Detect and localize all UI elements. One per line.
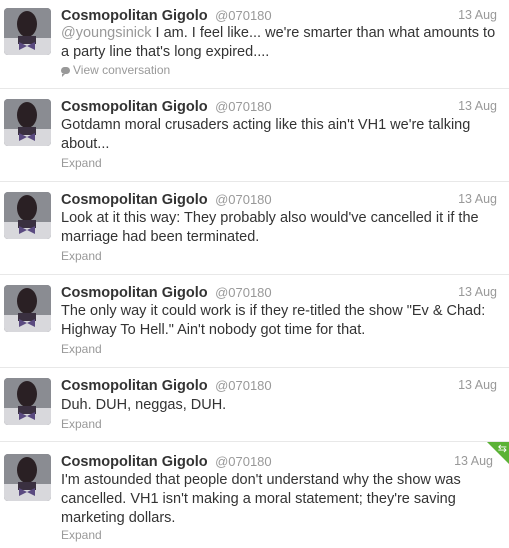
- tweet-item[interactable]: ⇆ Cosmopolitan Gigolo @070180 13 Aug I'm…: [0, 442, 509, 548]
- tweet-text: Duh. DUH, neggas, DUH.: [61, 397, 227, 413]
- author-fullname[interactable]: Cosmopolitan Gigolo: [61, 192, 208, 208]
- avatar[interactable]: [4, 285, 51, 332]
- tweet-text: Look at it this way: They probably also …: [61, 210, 479, 245]
- mention-link[interactable]: @youngsinick: [61, 25, 151, 41]
- author-username[interactable]: @070180: [215, 192, 272, 207]
- author-fullname[interactable]: Cosmopolitan Gigolo: [61, 378, 208, 394]
- tweet-text: @youngsinick I am. I feel like... we're …: [61, 24, 501, 62]
- tweet-timestamp[interactable]: 13 Aug: [458, 192, 497, 206]
- tweet-timestamp[interactable]: 13 Aug: [458, 99, 497, 113]
- tweet-header: Cosmopolitan Gigolo @070180 13 Aug: [61, 284, 497, 302]
- tweet-header: Cosmopolitan Gigolo @070180 13 Aug: [61, 453, 493, 471]
- expand-link[interactable]: Expand: [61, 249, 102, 263]
- author-fullname[interactable]: Cosmopolitan Gigolo: [61, 8, 208, 24]
- author-username[interactable]: @070180: [215, 454, 272, 469]
- view-conversation-link[interactable]: View conversation: [61, 63, 170, 77]
- expand-link[interactable]: Expand: [61, 417, 102, 431]
- tweet-item[interactable]: Cosmopolitan Gigolo @070180 13 Aug Look …: [0, 182, 509, 275]
- author-username[interactable]: @070180: [215, 8, 272, 23]
- tweet-header: Cosmopolitan Gigolo @070180 13 Aug: [61, 191, 497, 209]
- tweet-text: Gotdamn moral crusaders acting like this…: [61, 117, 471, 152]
- author-fullname[interactable]: Cosmopolitan Gigolo: [61, 99, 208, 115]
- author-fullname[interactable]: Cosmopolitan Gigolo: [61, 285, 208, 301]
- tweet-item[interactable]: Cosmopolitan Gigolo @070180 13 Aug @youn…: [0, 0, 509, 89]
- tweet-timestamp[interactable]: 13 Aug: [458, 285, 497, 299]
- tweet-timestamp[interactable]: 13 Aug: [458, 378, 497, 392]
- tweet-timeline: Cosmopolitan Gigolo @070180 13 Aug @youn…: [0, 0, 509, 548]
- tweet-header: Cosmopolitan Gigolo @070180 13 Aug: [61, 7, 497, 25]
- tweet-header: Cosmopolitan Gigolo @070180 13 Aug: [61, 377, 497, 395]
- retweet-icon: ⇆: [497, 442, 507, 455]
- author-username[interactable]: @070180: [215, 285, 272, 300]
- speech-bubble-icon: [61, 67, 70, 77]
- avatar[interactable]: [4, 8, 51, 55]
- view-conversation-label: View conversation: [73, 63, 171, 77]
- avatar[interactable]: [4, 378, 51, 425]
- author-username[interactable]: @070180: [215, 378, 272, 393]
- expand-link[interactable]: Expand: [61, 156, 102, 170]
- avatar[interactable]: [4, 192, 51, 239]
- tweet-timestamp[interactable]: 13 Aug: [454, 454, 493, 468]
- tweet-item[interactable]: Cosmopolitan Gigolo @070180 13 Aug Gotda…: [0, 89, 509, 182]
- author-fullname[interactable]: Cosmopolitan Gigolo: [61, 454, 208, 470]
- author-username[interactable]: @070180: [215, 99, 272, 114]
- tweet-item[interactable]: Cosmopolitan Gigolo @070180 13 Aug The o…: [0, 275, 509, 368]
- tweet-item[interactable]: Cosmopolitan Gigolo @070180 13 Aug Duh. …: [0, 368, 509, 442]
- expand-link[interactable]: Expand: [61, 342, 102, 356]
- avatar[interactable]: [4, 454, 51, 501]
- tweet-timestamp[interactable]: 13 Aug: [458, 8, 497, 22]
- tweet-text: The only way it could work is if they re…: [61, 303, 486, 338]
- avatar[interactable]: [4, 99, 51, 146]
- tweet-header: Cosmopolitan Gigolo @070180 13 Aug: [61, 98, 497, 116]
- expand-link[interactable]: Expand: [61, 528, 102, 542]
- tweet-text: I'm astounded that people don't understa…: [61, 472, 461, 526]
